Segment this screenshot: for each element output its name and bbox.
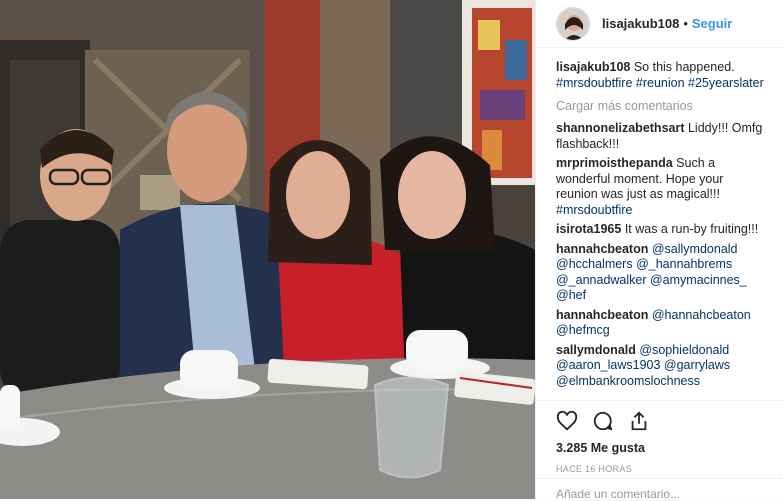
comment-item: shannonelizabethsart Liddy!!! Omfg flash… (556, 121, 768, 152)
instagram-post: lisajakub108 • Seguir lisajakub108 So th… (0, 0, 783, 501)
header-separator: • (683, 16, 688, 31)
share-icon (631, 411, 647, 431)
comment-item: mrprimoisthepanda Such a wonderful momen… (556, 156, 768, 218)
comment-item: sallymdonald @sophieldonald @aaron_laws1… (556, 343, 768, 390)
avatar[interactable] (556, 6, 590, 41)
comment-item: hannahcbeaton @sallymdonald @hcchalmers … (556, 242, 768, 304)
comment-username[interactable]: hannahcbeaton (556, 308, 648, 322)
caption-username[interactable]: lisajakub108 (556, 60, 630, 74)
heart-icon (556, 410, 578, 431)
action-bar (556, 403, 764, 439)
load-more-comments[interactable]: Cargar más comentarios (556, 99, 768, 113)
avatar-icon (557, 7, 589, 40)
share-button[interactable] (628, 410, 650, 432)
follow-button[interactable]: Seguir (692, 16, 732, 31)
comment-icon (593, 411, 613, 431)
comment-text: It was a run-by fruiting!!! (624, 222, 759, 236)
header-username[interactable]: lisajakub108 (602, 16, 679, 31)
post-header: lisajakub108 • Seguir (536, 0, 783, 48)
comment-item: hannahcbeaton @hannahcbeaton @hefmcg (556, 308, 768, 339)
add-comment-input[interactable]: Añade un comentario... (536, 478, 783, 501)
comment-username[interactable]: mrprimoisthepanda (556, 156, 673, 170)
comment-tag[interactable]: #mrsdoubtfire (556, 203, 632, 217)
comment-username[interactable]: sallymdonald (556, 343, 636, 357)
post-photo[interactable] (0, 0, 535, 499)
post-timestamp[interactable]: HACE 16 HORAS (556, 464, 764, 474)
comment-username[interactable]: shannonelizabethsart (556, 121, 685, 135)
reunion-photo-illustration (0, 0, 535, 499)
comment-list[interactable]: lisajakub108 So this happened. #mrsdoubt… (536, 60, 783, 400)
caption: lisajakub108 So this happened. #mrsdoubt… (556, 60, 768, 91)
caption-text: So this happened. (633, 60, 735, 74)
comment-button[interactable] (592, 410, 614, 432)
caption-hashtags[interactable]: #mrsdoubtfire #reunion #25yearslater (556, 76, 764, 90)
comment-username[interactable]: isirota1965 (556, 222, 621, 236)
likes-count[interactable]: 3.285 Me gusta (556, 441, 764, 455)
post-actions-section: 3.285 Me gusta HACE 16 HORAS (536, 400, 783, 474)
like-button[interactable] (556, 410, 578, 432)
comment-item: isirota1965 It was a run-by fruiting!!! (556, 222, 768, 238)
comment-username[interactable]: hannahcbeaton (556, 242, 648, 256)
post-sidebar: lisajakub108 • Seguir lisajakub108 So th… (535, 0, 783, 501)
